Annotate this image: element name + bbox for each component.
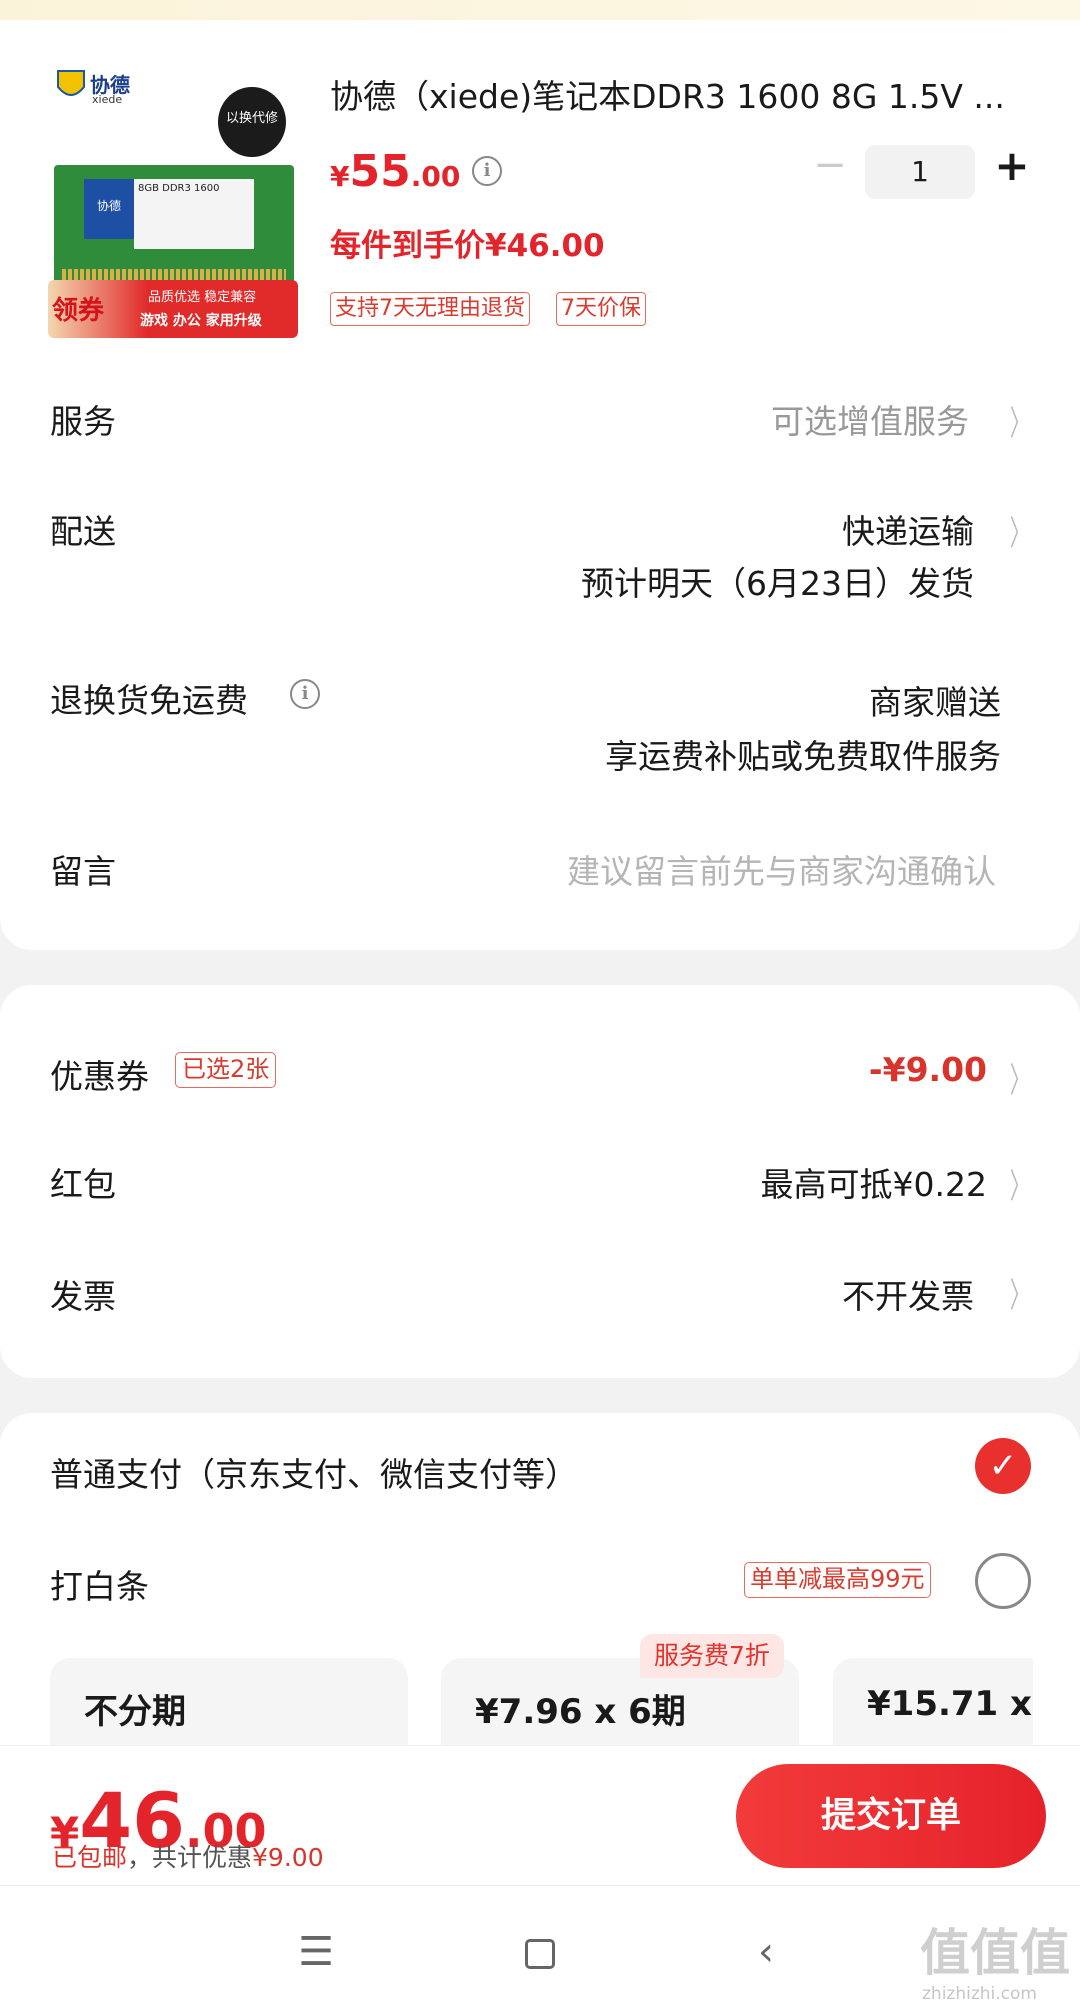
- coupon-banner-line2: 游戏 办公 家用升级: [140, 313, 262, 329]
- home-icon[interactable]: [510, 1924, 570, 1980]
- redpacket-label: 红包: [50, 1165, 116, 1204]
- return-shipping-value: 商家赠送: [869, 683, 1001, 722]
- quantity-increase-button[interactable]: +: [992, 145, 1032, 190]
- delivery-chevron-icon[interactable]: 〉: [1010, 506, 1030, 555]
- coupon-banner-tag: 领券: [52, 296, 105, 326]
- service-value[interactable]: 可选增值服务: [771, 395, 969, 443]
- unit-final-price: 每件到手价¥46.00: [330, 228, 605, 264]
- brand-logo: 协德 xiede: [56, 67, 148, 113]
- coupon-chevron-icon[interactable]: 〉: [1010, 1053, 1030, 1102]
- price-decimal: .00: [410, 160, 461, 193]
- delivery-label: 配送: [50, 512, 116, 551]
- coupon-banner: 领券 品质优选 稳定兼容 游戏 办公 家用升级: [48, 280, 298, 338]
- normal-payment-label[interactable]: 普通支付（京东支付、微信支付等）: [50, 1448, 578, 1496]
- coupon-selected-tag: 已选2张: [175, 1052, 277, 1088]
- note-input[interactable]: 建议留言前先与商家沟通确认: [567, 845, 996, 893]
- coupon-label: 优惠券: [50, 1057, 149, 1096]
- coupon-banner-line1: 品质优选 稳定兼容: [148, 290, 257, 305]
- watermark-url: zhizhizhi.com: [922, 1984, 1037, 2004]
- product-image[interactable]: 协德 xiede 以换代修 协德 8GB DDR3 1600 领券 品质优选 稳…: [48, 45, 298, 338]
- price-info-icon[interactable]: i: [472, 156, 502, 186]
- shipping-summary: 已包邮，共计优惠¥9.00: [52, 1838, 324, 1874]
- shield-icon: [57, 70, 85, 96]
- quantity-input[interactable]: 1: [865, 145, 975, 199]
- note-label: 留言: [50, 852, 116, 891]
- submit-order-button[interactable]: 提交订单: [736, 1764, 1046, 1868]
- price-currency: ¥: [330, 160, 350, 193]
- product-price: ¥55.00: [330, 146, 460, 197]
- ram-label: 8GB DDR3 1600: [134, 179, 254, 249]
- watermark: 值值值: [920, 1924, 1070, 1982]
- coupon-value[interactable]: -¥9.00: [869, 1050, 987, 1089]
- product-title[interactable]: 协德（xiede)笔记本DDR3 1600 8G 1.5V ...: [330, 70, 1040, 118]
- baitiao-promo-tag: 单单减最高99元: [744, 1562, 931, 1598]
- plan-label: 不分期: [84, 1692, 186, 1732]
- discount-amount: ¥9.00: [252, 1843, 324, 1872]
- redpacket-chevron-icon[interactable]: 〉: [1010, 1159, 1030, 1208]
- price-integer: 55: [349, 146, 411, 197]
- discount-prefix: ，共计优惠: [127, 1843, 253, 1872]
- service-fee-badge: 服务费7折: [640, 1634, 784, 1678]
- return-shipping-label: 退换货免运费: [50, 681, 248, 720]
- shipping-free: 已包邮: [52, 1843, 128, 1872]
- quantity-decrease-button[interactable]: −: [812, 145, 848, 186]
- plan-label: ¥15.71 x 3: [867, 1684, 1033, 1724]
- ram-module-illustration: 协德 8GB DDR3 1600: [54, 165, 294, 295]
- menu-icon[interactable]: ☰: [286, 1924, 346, 1980]
- invoice-value[interactable]: 不开发票: [842, 1270, 974, 1318]
- plan-label: ¥7.96 x 6期: [475, 1692, 686, 1732]
- service-label: 服务: [50, 402, 116, 441]
- repair-badge: 以换代修: [218, 87, 286, 157]
- normal-payment-check-icon[interactable]: ✓: [975, 1438, 1031, 1494]
- baitiao-label[interactable]: 打白条: [50, 1560, 149, 1608]
- service-chevron-icon[interactable]: 〉: [1010, 396, 1030, 445]
- checkout-bar: ¥46.00 已包邮，共计优惠¥9.00 提交订单: [0, 1745, 1080, 1885]
- brand-logo-sub: xiede: [92, 93, 123, 106]
- delivery-method[interactable]: 快递运输: [842, 505, 974, 553]
- redpacket-value[interactable]: 最高可抵¥0.22: [761, 1158, 987, 1206]
- price-protection-tag: 7天价保: [556, 292, 646, 326]
- back-icon[interactable]: ‹: [736, 1924, 796, 1980]
- delivery-eta: 预计明天（6月23日）发货: [581, 564, 974, 603]
- invoice-label: 发票: [50, 1277, 116, 1316]
- invoice-chevron-icon[interactable]: 〉: [1010, 1268, 1030, 1317]
- ram-brand: 协德: [84, 179, 134, 239]
- return-info-icon[interactable]: i: [290, 679, 320, 709]
- baitiao-radio[interactable]: [975, 1553, 1031, 1609]
- system-nav-bar: ☰ ‹: [0, 1885, 1080, 2013]
- return-policy-tag: 支持7天无理由退货: [330, 292, 530, 326]
- return-shipping-detail: 享运费补贴或免费取件服务: [605, 737, 1001, 776]
